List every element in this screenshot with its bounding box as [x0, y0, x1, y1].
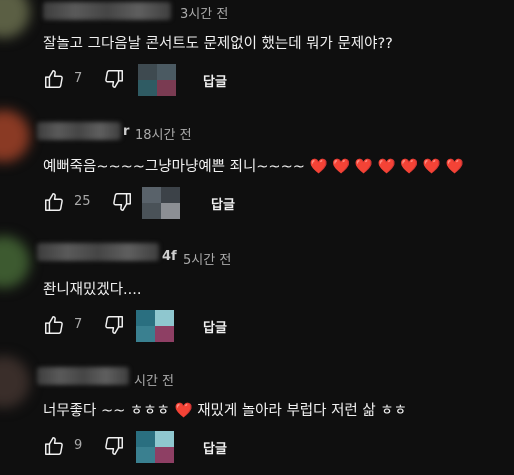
dislike-button[interactable]: [103, 314, 125, 336]
username[interactable]: [37, 122, 121, 140]
comment-timestamp[interactable]: 18시간 전: [135, 124, 192, 143]
username[interactable]: [43, 2, 171, 20]
comment-text-after: 재밌게 놀아라 부럽다 저런 삶 ㅎㅎ: [197, 403, 407, 419]
reply-button[interactable]: 답글: [211, 194, 235, 213]
comment-timestamp[interactable]: 시간 전: [134, 370, 174, 389]
thumb-down-icon: [113, 193, 131, 211]
avatar[interactable]: [0, 110, 30, 162]
comment-text-main: 너무좋다 ~~ ㅎㅎㅎ: [43, 403, 170, 419]
like-count: 7: [74, 317, 83, 332]
reply-button[interactable]: 답글: [203, 317, 227, 336]
like-button[interactable]: [43, 191, 65, 213]
like-count: 7: [74, 71, 83, 86]
comment-timestamp[interactable]: 5시간 전: [183, 249, 231, 268]
creator-heart-avatar: [138, 64, 176, 96]
thumb-down-icon: [105, 437, 123, 455]
thumb-up-icon: [45, 70, 63, 88]
creator-heart-avatar: [142, 187, 180, 219]
creator-heart-avatar: [136, 310, 174, 342]
reply-button[interactable]: 답글: [203, 71, 227, 90]
comment-item: 시간 전 너무좋다 ~~ ㅎㅎㅎ ❤️ 재밌게 놀아라 부럽다 저런 삶 ㅎㅎ …: [0, 356, 514, 475]
dislike-button[interactable]: [103, 68, 125, 90]
creator-heart-avatar: [136, 431, 174, 463]
like-count: 9: [74, 438, 83, 453]
username[interactable]: [37, 367, 129, 385]
dislike-button[interactable]: [111, 191, 133, 213]
like-button[interactable]: [43, 435, 65, 457]
comment-text: 예뻐죽음~~~~그냥마냥예쁜 죄니~~~~ ❤️ ❤️ ❤️ ❤️ ❤️ ❤️ …: [43, 155, 464, 176]
comment-actions: 25 답글: [43, 187, 483, 219]
username-suffix[interactable]: r: [123, 124, 129, 139]
thumb-up-icon: [45, 437, 63, 455]
comment-actions: 9 답글: [43, 431, 483, 463]
comment-text: 좐니재밌겠다....: [43, 282, 142, 298]
avatar[interactable]: [0, 356, 30, 408]
dislike-button[interactable]: [103, 435, 125, 457]
like-button[interactable]: [43, 314, 65, 336]
comment-actions: 7 답글: [43, 64, 483, 96]
thumb-up-icon: [45, 193, 63, 211]
thumb-down-icon: [105, 70, 123, 88]
comment-text-main: 예뻐죽음~~~~그냥마냥예쁜 죄니~~~~: [43, 159, 305, 175]
thumb-up-icon: [45, 316, 63, 334]
like-count: 25: [74, 194, 91, 209]
heart-emoji-icon: ❤️: [174, 403, 193, 419]
comment-actions: 7 답글: [43, 310, 483, 342]
heart-emoji-icon: ❤️ ❤️ ❤️ ❤️ ❤️ ❤️ ❤️: [309, 159, 464, 175]
comment-text: 너무좋다 ~~ ㅎㅎㅎ ❤️ 재밌게 놀아라 부럽다 저런 삶 ㅎㅎ: [43, 399, 407, 420]
like-button[interactable]: [43, 68, 65, 90]
comment-text: 잘놀고 그다음날 콘서트도 문제없이 했는데 뭐가 문제야??: [43, 36, 393, 52]
comment-item: r 18시간 전 예뻐죽음~~~~그냥마냥예쁜 죄니~~~~ ❤️ ❤️ ❤️ …: [0, 110, 514, 232]
comment-timestamp[interactable]: 3시간 전: [180, 3, 228, 22]
username[interactable]: [37, 243, 159, 261]
avatar[interactable]: [0, 236, 30, 288]
username-suffix[interactable]: 4f: [162, 249, 177, 264]
comment-item: 3시간 전 잘놀고 그다음날 콘서트도 문제없이 했는데 뭐가 문제야?? 7 …: [0, 0, 514, 110]
reply-button[interactable]: 답글: [203, 438, 227, 457]
comment-item: 4f 5시간 전 좐니재밌겠다.... 7 답글: [0, 232, 514, 356]
avatar[interactable]: [0, 0, 30, 38]
thumb-down-icon: [105, 316, 123, 334]
